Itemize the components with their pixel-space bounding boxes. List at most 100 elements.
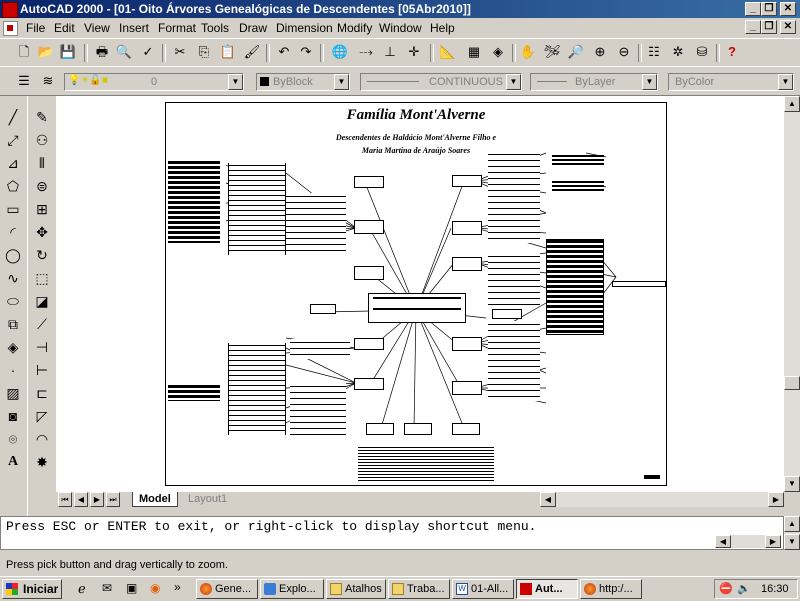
start-button[interactable]: Iniciar [2,579,62,599]
drawing-area[interactable]: Família Mont'Alverne Descendentes de Hal… [56,96,784,492]
chevron-down-icon[interactable]: ▼ [506,74,521,90]
array-icon[interactable]: ⊞ [31,198,53,220]
desktop-icon[interactable]: ▣ [126,581,142,597]
stretch-icon[interactable]: ◪ [31,290,53,312]
chamfer-icon[interactable]: ◸ [31,405,53,427]
first-tab-arrow-icon[interactable]: ⏮ [58,492,72,507]
vertical-scrollbar[interactable]: ▲ ▼ [784,96,800,492]
print-icon[interactable]: 🖶 [92,42,112,62]
lineweight-dropdown[interactable]: ByLayer ▼ [530,73,658,91]
point-icon[interactable]: · [2,359,24,381]
command-scrollbar[interactable]: ◀ ▶ [715,535,781,548]
tab-model[interactable]: Model [132,492,178,507]
named-views-icon[interactable]: ▦ [464,42,484,62]
insert-block-icon[interactable]: ⧉ [2,313,24,335]
offset-icon[interactable]: ⊜ [31,175,53,197]
chevron-down-icon[interactable]: ▼ [228,74,243,90]
break-icon[interactable]: ⊏ [31,382,53,404]
mirror-icon[interactable]: ⫴ [31,152,53,174]
menu-modify[interactable]: Modify [337,21,372,35]
internet-explorer-icon[interactable]: ℯ [78,581,94,597]
region-2-icon[interactable]: ⌾ [2,428,24,450]
menu-dimension[interactable]: Dimension [276,21,333,35]
chevron-down-icon[interactable]: ▼ [334,74,349,90]
make-block-icon[interactable]: ◈ [2,336,24,358]
lengthen-icon[interactable]: ⟋ [31,313,53,335]
cut-icon[interactable]: ✂ [170,42,190,62]
restore-button[interactable]: ❐ [761,2,777,16]
autocad-logo-icon[interactable] [2,2,18,18]
last-tab-arrow-icon[interactable]: ⏭ [106,492,120,507]
menu-file[interactable]: File [26,21,45,35]
construction-line-icon[interactable]: ⤢ [2,129,24,151]
region-icon[interactable]: ◙ [2,405,24,427]
firefox-icon[interactable]: ◉ [150,581,166,597]
snap-icon[interactable]: ✛ [404,42,424,62]
polyline-icon[interactable]: ⊿ [2,152,24,174]
aerial-view-icon[interactable]: 🛩 [542,42,562,62]
taskbar-item-active[interactable]: Aut... [516,579,578,599]
circle-icon[interactable]: ◯ [2,244,24,266]
redo-icon[interactable]: ↷ [296,42,316,62]
horizontal-scrollbar[interactable]: ◀ ▶ [540,492,784,507]
outlook-icon[interactable]: ✉ [102,581,118,597]
print-preview-icon[interactable]: 🔍 [114,42,134,62]
line-icon[interactable]: ╱ [2,106,24,128]
command-vertical-scrollbar[interactable]: ▲ ▼ [784,516,800,550]
command-line[interactable]: Press ESC or ENTER to exit, or right-cli… [0,516,784,550]
erase-icon[interactable]: ✎ [31,106,53,128]
properties-icon[interactable]: ☷ [644,42,664,62]
tab-layout1[interactable]: Layout1 [182,492,233,507]
copy-icon[interactable]: ⎘ [194,42,214,62]
scroll-left-arrow-icon[interactable]: ◀ [715,535,731,548]
doc-close-button[interactable]: ✕ [780,20,796,34]
polygon-icon[interactable]: ⬠ [2,175,24,197]
explode-icon[interactable]: ✸ [31,451,53,473]
next-tab-arrow-icon[interactable]: ▶ [90,492,104,507]
previous-tab-arrow-icon[interactable]: ◀ [74,492,88,507]
close-button[interactable]: ✕ [780,2,796,16]
chevron-down-icon[interactable]: ▼ [778,74,793,90]
menu-window[interactable]: Window [379,21,422,35]
copy-object-icon[interactable]: ⚇ [31,129,53,151]
clock[interactable]: 16:30 [761,583,789,595]
chevron-down-icon[interactable]: ▼ [642,74,657,90]
menu-tools[interactable]: Tools [201,21,229,35]
menu-edit[interactable]: Edit [54,21,75,35]
quick-launch-more-icon[interactable]: » [174,580,181,594]
scroll-down-arrow-icon[interactable]: ▼ [784,534,800,550]
scroll-up-arrow-icon[interactable]: ▲ [784,516,800,532]
extend-icon[interactable]: ⊢ [31,359,53,381]
make-layer-current-icon[interactable]: ☰ [14,71,34,91]
multiline-text-icon[interactable]: A [2,451,24,473]
doc-minimize-button[interactable]: _ [745,20,761,34]
pan-realtime-icon[interactable]: ✋ [518,42,538,62]
rectangle-icon[interactable]: ▭ [2,198,24,220]
hyperlink-icon[interactable]: 🌐 [330,42,350,62]
scroll-left-arrow-icon[interactable]: ◀ [540,492,556,507]
match-properties-icon[interactable]: 🖌 [242,42,262,62]
menu-help[interactable]: Help [430,21,455,35]
hatch-icon[interactable]: ▨ [2,382,24,404]
plotstyle-dropdown[interactable]: ByColor ▼ [668,73,794,91]
dbconnect-icon[interactable]: ⛁ [692,42,712,62]
doc-restore-button[interactable]: ❐ [761,20,777,34]
layer-dropdown[interactable]: 💡☀🔓■ 0 ▼ [64,73,244,91]
document-icon[interactable] [3,21,18,36]
ucs-icon[interactable]: ⊥ [380,42,400,62]
zoom-realtime-icon[interactable]: 🔎 [566,42,586,62]
tracking-icon[interactable]: ⤏ [356,42,376,62]
taskbar-item[interactable]: Explo... [260,579,324,599]
menu-draw[interactable]: Draw [239,21,267,35]
fillet-icon[interactable]: ◠ [31,428,53,450]
taskbar-item[interactable]: Traba... [388,579,450,599]
design-center-icon[interactable]: ✲ [668,42,688,62]
spelling-icon[interactable]: ✓ [138,42,158,62]
minimize-button[interactable]: _ [745,2,761,16]
distance-icon[interactable]: 📐 [438,42,458,62]
menu-format[interactable]: Format [158,21,196,35]
layers-icon[interactable]: ≋ [38,71,58,91]
volume-icon[interactable]: 🔈 [737,582,751,595]
network-icon[interactable]: ⛔ [719,582,733,595]
color-dropdown[interactable]: ByBlock ▼ [256,73,350,91]
